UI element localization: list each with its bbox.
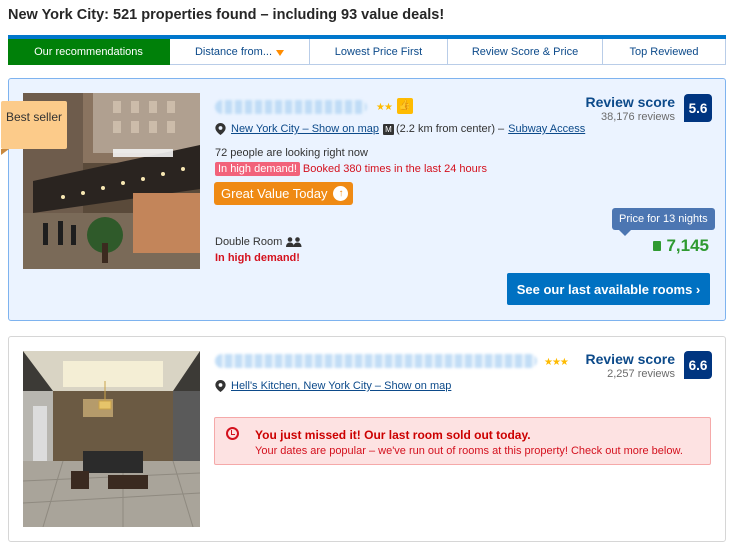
hotel-card-1: Best seller ★★ 👍 New York City – Show on… (1, 78, 726, 321)
review-score-label[interactable]: Review score (586, 94, 676, 110)
room-high-demand: In high demand! (215, 252, 300, 264)
tab-lowest-price[interactable]: Lowest Price First (310, 39, 448, 65)
sold-out-title: You just missed it! Our last room sold o… (255, 428, 531, 442)
room-type: Double Room (215, 236, 302, 248)
tab-top-reviewed[interactable]: Top Reviewed (603, 39, 726, 65)
hotel-location: New York City – Show on map M (2.2 km fr… (215, 123, 585, 135)
tab-our-recommendations[interactable]: Our recommendations (8, 39, 170, 65)
results-heading: New York City: 521 properties found – in… (8, 7, 445, 23)
hotel-card-2: ★★★ Hell's Kitchen, New York City – Show… (8, 336, 726, 542)
coin-icon: ↑ (333, 186, 349, 201)
see-last-rooms-button[interactable]: See our last available rooms › (507, 273, 710, 305)
best-seller-badge: Best seller (1, 101, 67, 155)
star-rating: ★★ (376, 102, 393, 113)
looking-now-text: 72 people are looking right now (215, 147, 368, 159)
great-value-today-badge[interactable]: Great Value Today ↑ (214, 182, 354, 205)
tab-distance-from[interactable]: Distance from... (170, 39, 310, 65)
price-for-nights-tooltip: Price for 13 nights (612, 208, 715, 236)
map-pin-icon (215, 380, 226, 392)
thumbs-up-icon: 👍 (397, 98, 413, 114)
booked-count-text: Booked 380 times in the last 24 hours (302, 163, 487, 175)
two-persons-icon (286, 237, 302, 247)
caret-down-icon (276, 49, 285, 56)
review-score-badge[interactable]: 6.6 (684, 351, 712, 379)
review-count: 38,176 reviews (601, 111, 675, 123)
show-on-map-link[interactable]: Hell's Kitchen, New York City – Show on … (231, 380, 451, 392)
star-rating: ★★★ (544, 357, 569, 368)
metro-icon: M (382, 123, 394, 135)
hotel-name[interactable] (215, 100, 367, 114)
hotel-name[interactable] (215, 354, 537, 368)
review-score-badge[interactable]: 5.6 (684, 94, 712, 122)
subway-access-link[interactable]: Subway Access (508, 123, 585, 135)
high-demand-pill: In high demand! (215, 162, 300, 176)
sort-bar: Our recommendations Distance from... Low… (8, 35, 726, 65)
total-price: 7,145 (653, 236, 709, 256)
review-score-label[interactable]: Review score (586, 351, 676, 367)
sold-out-text: Your dates are popular – we've run out o… (255, 445, 683, 457)
tab-review-score-price[interactable]: Review Score & Price (448, 39, 603, 65)
hotel-location: Hell's Kitchen, New York City – Show on … (215, 380, 451, 392)
show-on-map-link[interactable]: New York City – Show on map (231, 123, 379, 135)
review-count: 2,257 reviews (607, 368, 675, 380)
cash-icon (653, 241, 662, 251)
hotel-photo[interactable] (23, 351, 200, 527)
sold-out-alert: You just missed it! Our last room sold o… (214, 417, 711, 465)
high-demand-row: In high demand! Booked 380 times in the l… (215, 162, 487, 176)
clock-icon (226, 427, 239, 440)
map-pin-icon (215, 123, 226, 135)
